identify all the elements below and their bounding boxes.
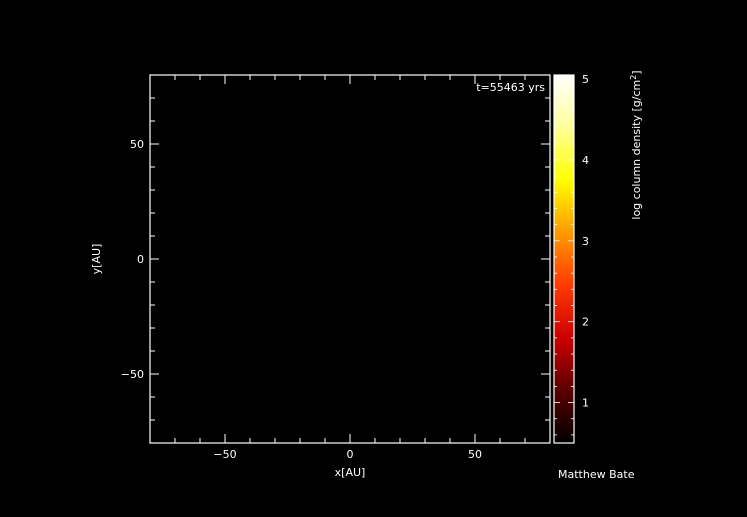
credit-text: Matthew Bate xyxy=(558,468,635,481)
y-tick-label: 0 xyxy=(137,253,144,266)
colorbar-tick-label: 1 xyxy=(582,397,589,410)
colorbar-tick-label: 2 xyxy=(582,316,589,329)
x-axis-label: x[AU] xyxy=(335,466,366,479)
y-tick-label: −50 xyxy=(121,368,144,381)
x-tick-labels: −50 0 50 xyxy=(213,448,482,461)
simulation-figure: t=55463 yrs −50 0 50 −50 0 50 x[AU] y[AU] 1 2… xyxy=(90,70,643,481)
x-tick-label: 50 xyxy=(468,448,482,461)
x-tick-label: 0 xyxy=(347,448,354,461)
colorbar-label-end: ] xyxy=(630,70,643,74)
y-axis-label: y[AU] xyxy=(90,244,103,275)
density-map xyxy=(150,75,550,443)
x-tick-label: −50 xyxy=(213,448,236,461)
colorbar-label: log column density [g/cm2] xyxy=(629,70,643,219)
colorbar-tick-labels: 1 2 3 4 5 xyxy=(582,73,589,410)
time-annotation: t=55463 yrs xyxy=(476,81,545,94)
colorbar-tick-label: 5 xyxy=(582,73,589,86)
colorbar-fill xyxy=(554,75,574,443)
colorbar-label-main: log column density [g/cm xyxy=(630,80,643,220)
colorbar-tick-label: 3 xyxy=(582,235,589,248)
y-tick-labels: −50 0 50 xyxy=(121,138,144,381)
colorbar-tick-label: 4 xyxy=(582,154,589,167)
y-tick-label: 50 xyxy=(130,138,144,151)
